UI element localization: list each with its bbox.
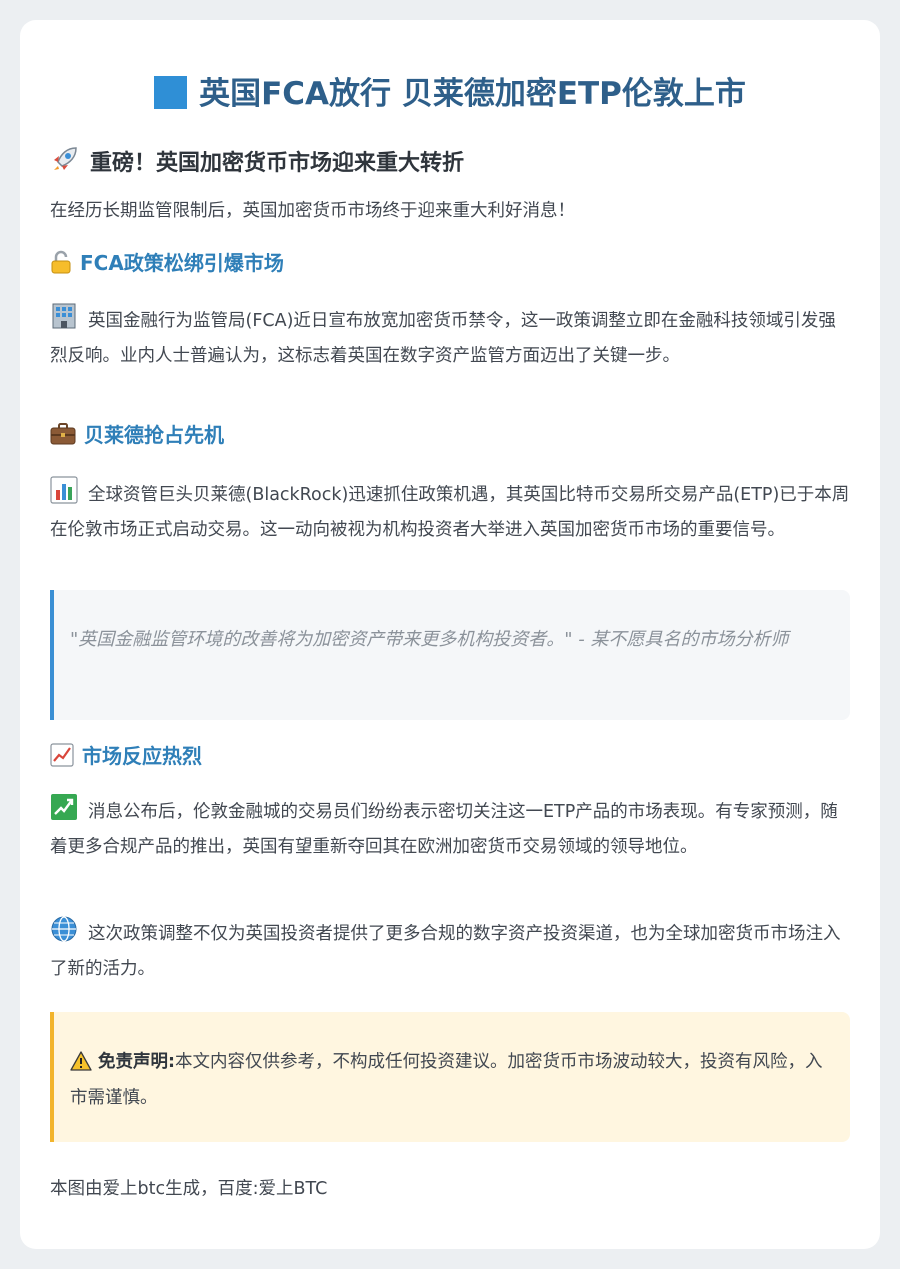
page-title: 英国FCA放行 贝莱德加密ETP伦敦上市 [20, 72, 880, 116]
section-body-text: 英国金融行为监管局(FCA)近日宣布放宽加密货币禁令，这一政策调整立即在金融科技… [50, 311, 836, 366]
article-card: 英国FCA放行 贝莱德加密ETP伦敦上市 重磅！英国加密货币市场迎来重大转折 在… [20, 20, 880, 1249]
blue-square-icon [154, 76, 188, 109]
section-body-text: 全球资管巨头贝莱德(BlackRock)迅速抓住政策机遇，其英国比特币交易所交易… [50, 485, 850, 540]
closing-text: 这次政策调整不仅为英国投资者提供了更多合规的数字资产投资渠道，也为全球加密货币市… [50, 924, 841, 979]
section-body-market: 消息公布后，伦敦金融城的交易员们纷纷表示密切关注这一ETP产品的市场表现。有专家… [50, 793, 850, 863]
section-body-fca: 英国金融行为监管局(FCA)近日宣布放宽加密货币禁令，这一政策调整立即在金融科技… [50, 302, 850, 372]
section-heading-fca: FCA政策松绑引爆市场 [50, 248, 850, 282]
page-title-text: 英国FCA放行 贝莱德加密ETP伦敦上市 [199, 76, 746, 112]
section-heading-market: 市场反应热烈 [50, 741, 850, 775]
analyst-quote: "英国金融监管环境的改善将为加密资产带来更多机构投资者。" - 某不愿具名的市场… [50, 590, 850, 720]
section-heading-text: 市场反应热烈 [82, 744, 202, 768]
chart-increasing-icon [50, 743, 74, 775]
bar-chart-icon [50, 476, 78, 515]
briefcase-icon [50, 422, 76, 454]
intro-paragraph: 在经历长期监管限制后，英国加密货币市场终于迎来重大利好消息！ [50, 201, 575, 221]
chart-yen-up-icon [50, 793, 78, 832]
section-body-text: 消息公布后，伦敦金融城的交易员们纷纷表示密切关注这一ETP产品的市场表现。有专家… [50, 802, 838, 857]
section-body-blackrock: 全球资管巨头贝莱德(BlackRock)迅速抓住政策机遇，其英国比特币交易所交易… [50, 476, 850, 546]
headline: 重磅！英国加密货币市场迎来重大转折 [50, 144, 850, 184]
headline-text: 重磅！英国加密货币市场迎来重大转折 [90, 151, 465, 176]
office-building-icon [50, 302, 78, 341]
disclaimer-text: 本文内容仅供参考，不构成任何投资建议。加密货币市场波动较大，投资有风险，入市需谨… [70, 1052, 823, 1108]
closing-paragraph: 这次政策调整不仅为英国投资者提供了更多合规的数字资产投资渠道，也为全球加密货币市… [50, 915, 850, 985]
disclaimer-box: 免责声明:本文内容仅供参考，不构成任何投资建议。加密货币市场波动较大，投资有风险… [50, 1012, 850, 1142]
section-heading-text: 贝莱德抢占先机 [84, 423, 224, 447]
globe-icon [50, 915, 78, 954]
section-heading-blackrock: 贝莱德抢占先机 [50, 420, 850, 454]
footer-note: 本图由爱上btc生成，百度:爱上BTC [50, 1179, 328, 1199]
rocket-icon [50, 144, 80, 184]
unlock-icon [50, 250, 72, 282]
section-heading-text: FCA政策松绑引爆市场 [80, 251, 284, 275]
warning-icon [70, 1050, 92, 1082]
disclaimer-label: 免责声明: [98, 1052, 175, 1072]
